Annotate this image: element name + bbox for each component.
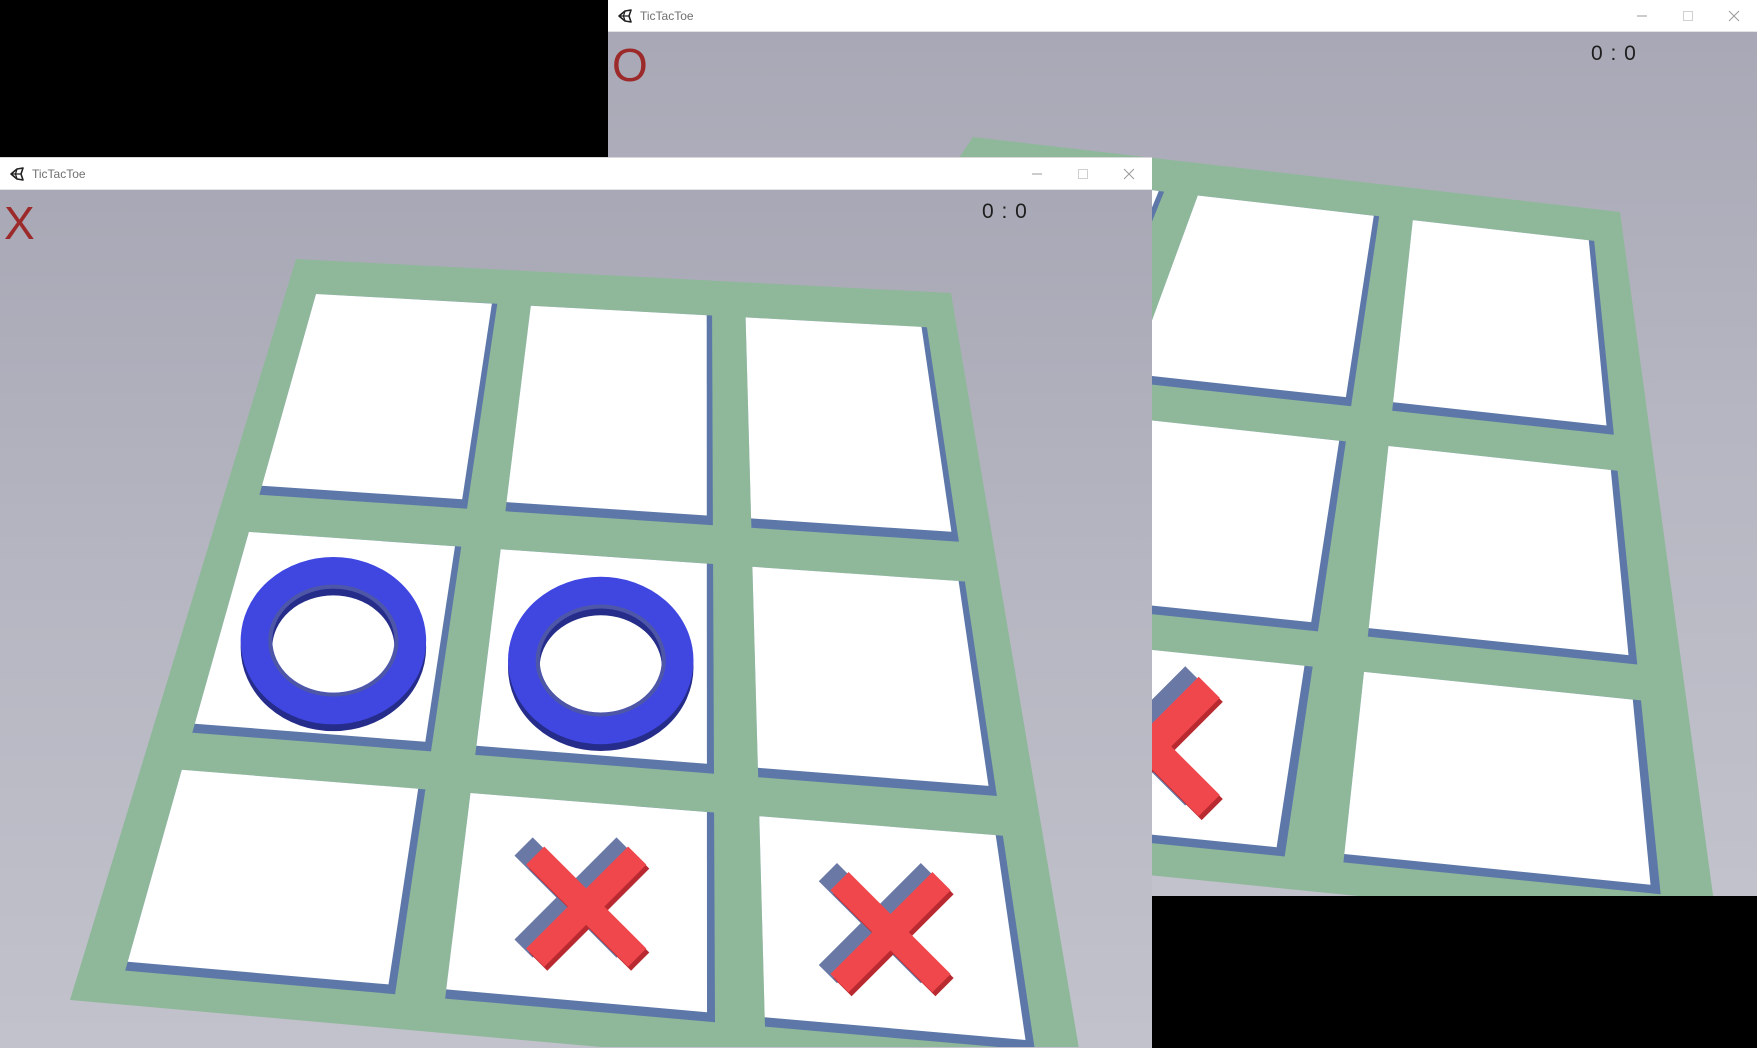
current-turn-indicator: X [4,197,35,249]
score-display: 0 : 0 [1591,42,1637,65]
board-scene [70,259,1079,1047]
maximize-icon [1078,168,1088,179]
close-button[interactable] [1711,0,1757,31]
minimize-icon [1637,15,1647,16]
current-turn-indicator: O [612,39,648,91]
board-cell-r2c3[interactable] [752,566,997,796]
minimize-button[interactable] [1619,0,1665,31]
minimize-icon [1032,173,1042,174]
unity-logo-icon [7,164,27,184]
maximize-button[interactable] [1060,158,1106,189]
title-bar[interactable]: TicTacToe [608,0,1757,32]
game-window-front[interactable]: TicTacToe X 0 : 0 [0,157,1152,1048]
board-cell-r1c3[interactable] [1392,220,1614,435]
board-cell-r2c3[interactable] [1367,446,1638,665]
board-cell-r3c3[interactable] [759,816,1035,1047]
close-icon [1728,10,1740,21]
close-icon [1123,168,1135,179]
maximize-button[interactable] [1665,0,1711,31]
title-bar[interactable]: TicTacToe [0,158,1152,190]
close-button[interactable] [1106,158,1152,189]
score-display: 0 : 0 [982,200,1028,223]
minimize-button[interactable] [1014,158,1060,189]
board-cell-r3c2[interactable] [445,793,715,1023]
window-title: TicTacToe [640,8,694,23]
unity-logo-icon [615,6,635,26]
board-cell-r2c2[interactable] [475,549,714,774]
window-title: TicTacToe [32,166,86,181]
game-viewport[interactable]: X 0 : 0 [0,190,1152,1048]
board-cell-r1c2[interactable] [505,305,713,526]
board-cell-r1c3[interactable] [745,317,959,542]
maximize-icon [1683,10,1693,21]
board-cell-r3c3[interactable] [1343,671,1661,895]
